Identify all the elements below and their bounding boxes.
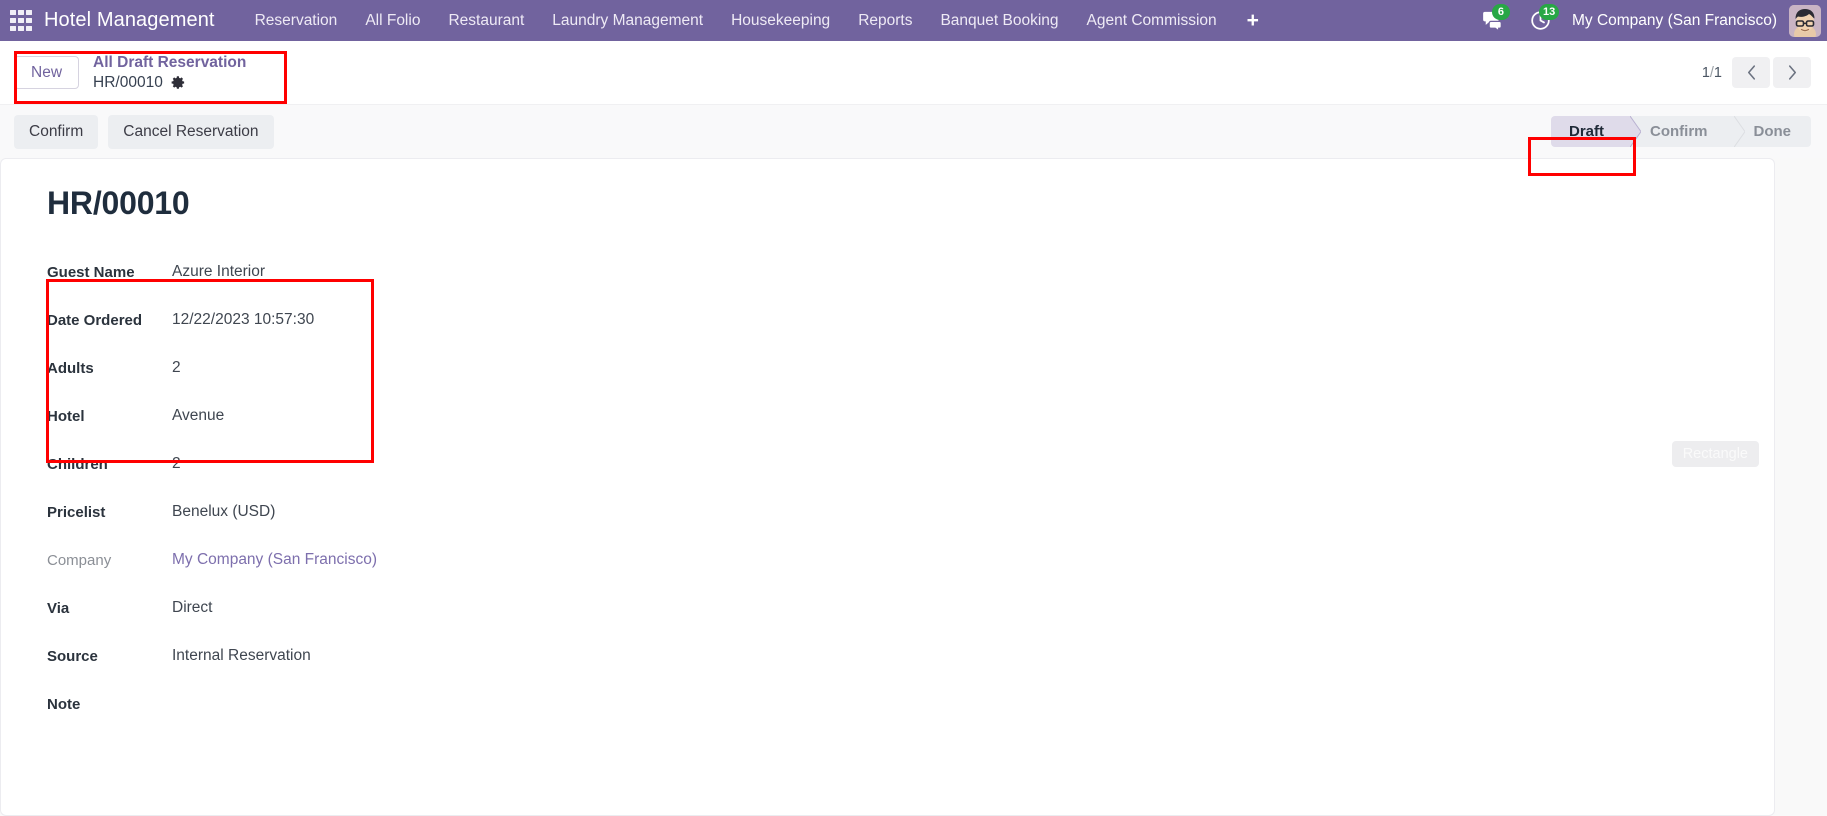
field-row-guest-name: Guest Name Azure Interior	[47, 248, 377, 296]
pager-buttons	[1732, 57, 1811, 88]
field-label-adults: Adults	[47, 344, 172, 392]
action-statusbar-row: Confirm Cancel Reservation Draft Confirm…	[0, 104, 1827, 158]
nav-item-restaurant[interactable]: Restaurant	[434, 0, 538, 41]
field-label-children: Children	[47, 440, 172, 488]
navbar-right-section: 6 13 My Company (San Francisco)	[1470, 0, 1827, 41]
field-row-hotel: Hotel Avenue	[47, 392, 377, 440]
chevron-right-icon	[1787, 64, 1798, 81]
pager-current: 1	[1702, 65, 1710, 81]
status-stage-done-label: Done	[1754, 123, 1792, 140]
app-brand-title[interactable]: Hotel Management	[44, 9, 215, 32]
field-value-note[interactable]	[172, 680, 377, 728]
status-bar: Draft Confirm Done	[1551, 116, 1811, 147]
nav-item-reports[interactable]: Reports	[844, 0, 926, 41]
control-panel-right: 1/1	[1702, 57, 1811, 88]
navbar-menu-list: Reservation All Folio Restaurant Laundry…	[241, 0, 1275, 41]
messages-count-badge: 6	[1492, 4, 1510, 20]
field-value-guest-name[interactable]: Azure Interior	[172, 248, 377, 296]
status-arrow-icon	[1734, 116, 1745, 147]
add-menu-plus-icon[interactable]: +	[1231, 0, 1275, 41]
breadcrumb-row: New All Draft Reservation HR/00010 1/1	[0, 41, 1827, 104]
breadcrumb-current-row: HR/00010	[93, 73, 246, 92]
field-label-hotel: Hotel	[47, 392, 172, 440]
nav-item-laundry-management[interactable]: Laundry Management	[538, 0, 717, 41]
confirm-button[interactable]: Confirm	[14, 115, 98, 149]
field-value-date-ordered[interactable]: 12/22/2023 10:57:30	[172, 296, 377, 344]
control-panel: New All Draft Reservation HR/00010 1/1	[0, 41, 1827, 158]
breadcrumb: All Draft Reservation HR/00010	[93, 53, 246, 92]
form-sheet-container: HR/00010 Guest Name Azure Interior Date …	[0, 158, 1827, 816]
status-stage-draft-label: Draft	[1569, 123, 1604, 140]
page-title: HR/00010	[47, 185, 1774, 222]
reservation-form-fields: Guest Name Azure Interior Date Ordered 1…	[47, 248, 377, 728]
gear-icon[interactable]	[171, 75, 186, 90]
cancel-reservation-button[interactable]: Cancel Reservation	[108, 115, 273, 149]
pager-next-button[interactable]	[1773, 57, 1811, 88]
status-arrow-icon	[1630, 116, 1641, 147]
field-label-date-ordered: Date Ordered	[47, 296, 172, 344]
breadcrumb-current-record: HR/00010	[93, 73, 163, 92]
company-switcher[interactable]: My Company (San Francisco)	[1564, 12, 1789, 30]
field-label-via: Via	[47, 584, 172, 632]
field-label-guest-name: Guest Name	[47, 248, 172, 296]
field-row-children: Children 2	[47, 440, 377, 488]
rectangle-tool-label: Rectangle	[1672, 441, 1759, 467]
pager-total: 1	[1714, 65, 1722, 81]
nav-item-reservation[interactable]: Reservation	[241, 0, 352, 41]
field-value-via[interactable]: Direct	[172, 584, 377, 632]
field-value-pricelist[interactable]: Benelux (USD)	[172, 488, 377, 536]
nav-item-housekeeping[interactable]: Housekeeping	[717, 0, 844, 41]
status-stage-done[interactable]: Done	[1734, 116, 1812, 147]
field-row-company: Company My Company (San Francisco)	[47, 536, 377, 584]
activities-count-badge: 13	[1539, 4, 1559, 20]
field-label-pricelist: Pricelist	[47, 488, 172, 536]
breadcrumb-parent-link[interactable]: All Draft Reservation	[93, 53, 246, 72]
status-stage-confirm-label: Confirm	[1650, 123, 1708, 140]
field-value-adults[interactable]: 2	[172, 344, 377, 392]
field-row-date-ordered: Date Ordered 12/22/2023 10:57:30	[47, 296, 377, 344]
new-record-button[interactable]: New	[14, 56, 79, 89]
apps-grid-icon[interactable]	[10, 10, 32, 32]
user-avatar[interactable]	[1789, 5, 1821, 37]
nav-item-all-folio[interactable]: All Folio	[351, 0, 434, 41]
activities-button[interactable]: 13	[1517, 0, 1564, 41]
pager-indicator[interactable]: 1/1	[1702, 65, 1722, 81]
pager-previous-button[interactable]	[1732, 57, 1770, 88]
status-stage-confirm[interactable]: Confirm	[1630, 116, 1734, 147]
field-row-via: Via Direct	[47, 584, 377, 632]
field-row-adults: Adults 2	[47, 344, 377, 392]
nav-item-agent-commission[interactable]: Agent Commission	[1073, 0, 1231, 41]
messages-button[interactable]: 6	[1470, 0, 1517, 41]
field-value-hotel[interactable]: Avenue	[172, 392, 377, 440]
status-stage-draft[interactable]: Draft	[1551, 116, 1630, 147]
field-value-source[interactable]: Internal Reservation	[172, 632, 377, 680]
field-value-children[interactable]: 2	[172, 440, 377, 488]
form-sheet: HR/00010 Guest Name Azure Interior Date …	[0, 158, 1775, 816]
avatar-image	[1789, 5, 1821, 37]
field-label-source: Source	[47, 632, 172, 680]
field-label-company: Company	[47, 536, 172, 584]
field-label-note: Note	[47, 680, 172, 728]
chevron-left-icon	[1746, 64, 1757, 81]
field-row-note: Note	[47, 680, 377, 728]
top-navbar: Hotel Management Reservation All Folio R…	[0, 0, 1827, 41]
field-row-source: Source Internal Reservation	[47, 632, 377, 680]
field-value-company[interactable]: My Company (San Francisco)	[172, 536, 377, 584]
nav-item-banquet-booking[interactable]: Banquet Booking	[926, 0, 1072, 41]
field-row-pricelist: Pricelist Benelux (USD)	[47, 488, 377, 536]
